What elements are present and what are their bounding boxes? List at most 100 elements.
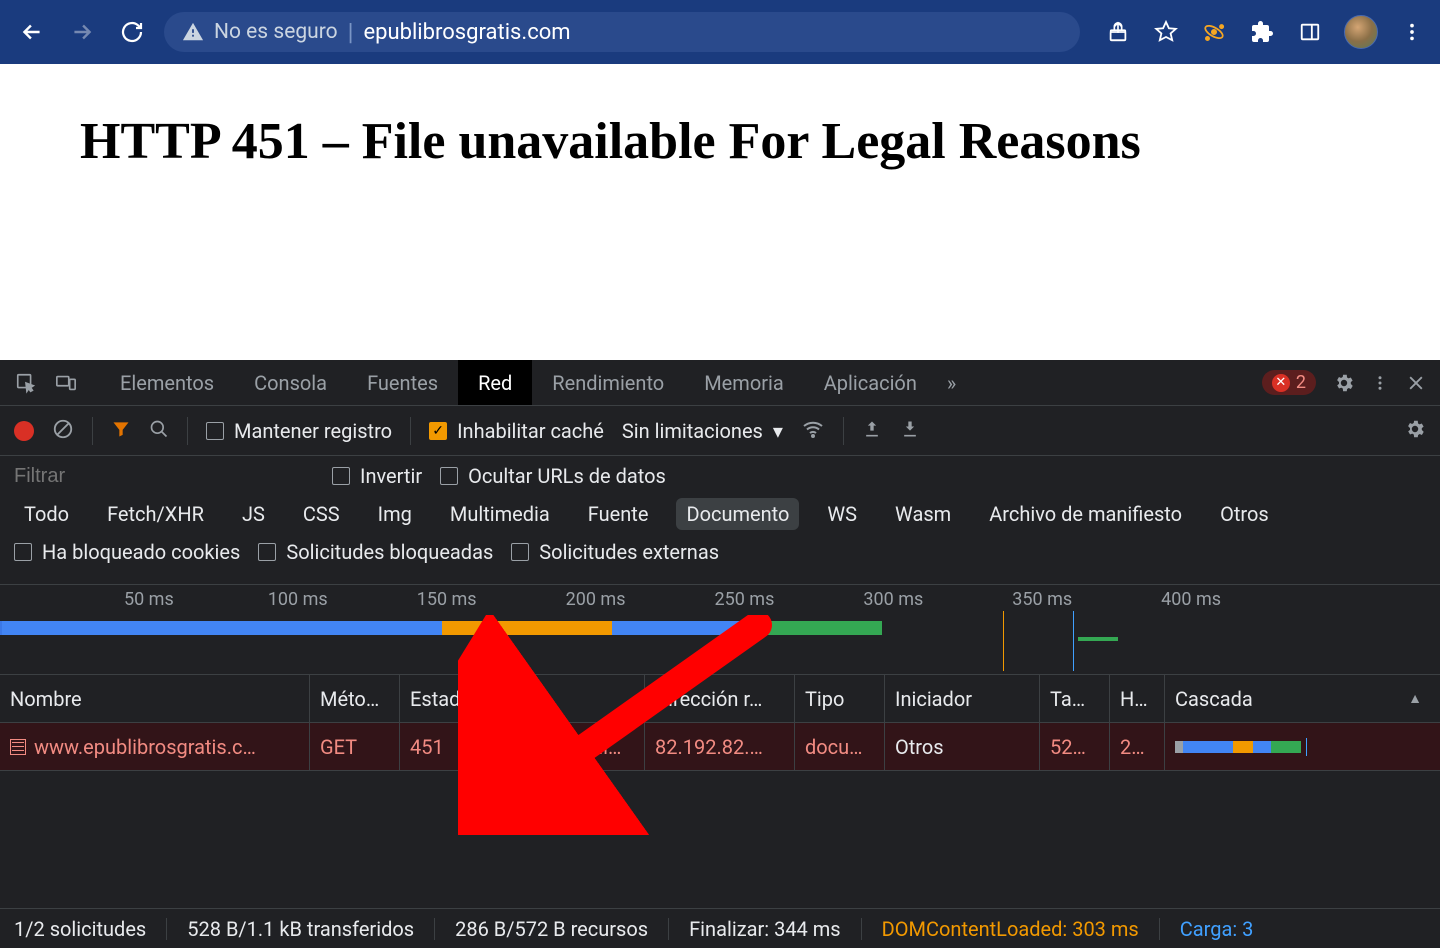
extension-atom-icon[interactable] (1200, 18, 1228, 46)
hide-data-label: Ocultar URLs de datos (468, 464, 666, 488)
devtools-tabs: Elementos Consola Fuentes Red Rendimient… (0, 360, 1440, 406)
tab-rendimiento[interactable]: Rendimiento (532, 360, 684, 405)
blocked-requests-label: Solicitudes bloqueadas (286, 540, 493, 564)
type-filter-js[interactable]: JS (232, 498, 275, 530)
col-estado[interactable]: Estado (400, 675, 495, 722)
invert-checkbox[interactable]: Invertir (332, 464, 422, 488)
type-filter-todo[interactable]: Todo (14, 498, 79, 530)
row-size: 52… (1040, 723, 1110, 770)
menu-icon[interactable] (1398, 18, 1426, 46)
tab-fuentes[interactable]: Fuentes (347, 360, 458, 405)
record-button[interactable] (14, 421, 34, 441)
grid-header: Nombre Méto… Estado Dirección r… Tipo In… (0, 675, 1440, 723)
sort-indicator: ▲ (1408, 690, 1430, 707)
timeline-tick: 200 ms (566, 589, 626, 610)
col-hora[interactable]: H… (1110, 675, 1165, 722)
table-row[interactable]: www.epublibrosgratis.c… GET 451 www.epub… (0, 723, 1440, 771)
device-icon[interactable] (46, 372, 86, 394)
insecure-label: No es seguro (214, 20, 338, 44)
avatar[interactable] (1344, 15, 1378, 49)
forward-button[interactable] (64, 14, 100, 50)
error-count: 2 (1296, 372, 1306, 393)
type-filter-row: Todo Fetch/XHR JS CSS Img Multimedia Fuente Doc… (14, 498, 1426, 530)
share-icon[interactable] (1104, 18, 1132, 46)
upload-icon[interactable] (862, 419, 882, 443)
col-cascada[interactable]: Cascada ▲ (1165, 675, 1440, 722)
type-filter-otros[interactable]: Otros (1210, 498, 1279, 530)
settings-icon[interactable] (1326, 372, 1362, 394)
address-url: epublibrosgratis.com (363, 20, 570, 45)
filter-area: Invertir Ocultar URLs de datos Todo Fetch… (0, 456, 1440, 585)
timeline[interactable]: 50 ms100 ms150 ms200 ms250 ms300 ms350 m… (0, 585, 1440, 675)
disable-cache-label: Inhabilitar caché (457, 419, 604, 443)
status-bar: 1/2 solicitudes 528 B/1.1 kB transferido… (0, 908, 1440, 948)
blocked-cookies-checkbox[interactable]: Ha bloqueado cookies (14, 540, 240, 564)
type-filter-archivo de manifiesto[interactable]: Archivo de manifiesto (979, 498, 1192, 530)
blocked-requests-checkbox[interactable]: Solicitudes bloqueadas (258, 540, 493, 564)
type-filter-wasm[interactable]: Wasm (885, 498, 961, 530)
timeline-tick: 150 ms (417, 589, 477, 610)
col-dominio[interactable] (495, 675, 645, 722)
col-metodo[interactable]: Méto… (310, 675, 400, 722)
back-button[interactable] (14, 14, 50, 50)
search-icon[interactable] (149, 419, 169, 443)
request-grid: Nombre Méto… Estado Dirección r… Tipo In… (0, 675, 1440, 908)
timeline-tick: 100 ms (268, 589, 328, 610)
extensions-icon[interactable] (1248, 18, 1276, 46)
throttle-label: Sin limitaciones (622, 419, 763, 443)
tabs-more[interactable]: » (937, 360, 966, 405)
throttle-select[interactable]: Sin limitaciones ▾ (622, 419, 783, 443)
tab-red[interactable]: Red (458, 360, 532, 405)
row-waterfall (1165, 723, 1440, 770)
tab-memoria[interactable]: Memoria (684, 360, 804, 405)
kebab-icon[interactable] (1362, 374, 1398, 392)
tab-aplicacion[interactable]: Aplicación (804, 360, 937, 405)
wifi-icon[interactable] (801, 417, 825, 445)
reload-button[interactable] (114, 14, 150, 50)
col-tamano[interactable]: Ta… (1040, 675, 1110, 722)
close-icon[interactable] (1398, 373, 1434, 393)
document-icon (10, 739, 26, 755)
tab-elementos[interactable]: Elementos (100, 360, 234, 405)
panel-icon[interactable] (1296, 18, 1324, 46)
type-filter-img[interactable]: Img (368, 498, 422, 530)
page-title: HTTP 451 – File unavailable For Legal Re… (80, 112, 1370, 171)
browser-toolbar: No es seguro | epublibrosgratis.com (0, 0, 1440, 64)
type-filter-multimedia[interactable]: Multimedia (440, 498, 560, 530)
gear-icon[interactable] (1404, 418, 1426, 444)
third-party-checkbox[interactable]: Solicitudes externas (511, 540, 719, 564)
filter-input[interactable] (14, 465, 314, 488)
inspect-icon[interactable] (6, 372, 46, 394)
filter-icon[interactable] (111, 419, 131, 443)
clear-icon[interactable] (52, 418, 74, 444)
timeline-tick: 300 ms (863, 589, 923, 610)
third-party-label: Solicitudes externas (539, 540, 719, 564)
blocked-cookies-label: Ha bloqueado cookies (42, 540, 240, 564)
insecure-warning: No es seguro (182, 20, 338, 44)
row-domain: www.epubli… (495, 723, 645, 770)
network-toolbar: Mantener registro ✓ Inhabilitar caché Si… (0, 406, 1440, 456)
type-filter-fuente[interactable]: Fuente (578, 498, 659, 530)
type-filter-fetch/xhr[interactable]: Fetch/XHR (97, 498, 214, 530)
row-time: 2… (1110, 723, 1165, 770)
type-filter-documento[interactable]: Documento (676, 498, 799, 530)
col-direccion[interactable]: Dirección r… (645, 675, 795, 722)
error-badge[interactable]: ✕ 2 (1262, 370, 1316, 395)
star-icon[interactable] (1152, 18, 1180, 46)
address-bar[interactable]: No es seguro | epublibrosgratis.com (164, 12, 1080, 52)
disable-cache-checkbox[interactable]: ✓ Inhabilitar caché (429, 419, 604, 443)
download-icon[interactable] (900, 419, 920, 443)
type-filter-ws[interactable]: WS (817, 498, 867, 530)
tab-consola[interactable]: Consola (234, 360, 347, 405)
type-filter-css[interactable]: CSS (293, 498, 350, 530)
status-resources: 286 B/572 B recursos (455, 917, 648, 941)
timeline-tick: 400 ms (1161, 589, 1221, 610)
status-dcl: DOMContentLoaded: 303 ms (882, 917, 1139, 941)
row-initiator: Otros (885, 723, 1040, 770)
col-nombre[interactable]: Nombre (0, 675, 310, 722)
preserve-log-checkbox[interactable]: Mantener registro (206, 419, 392, 443)
hide-data-checkbox[interactable]: Ocultar URLs de datos (440, 464, 666, 488)
col-tipo[interactable]: Tipo (795, 675, 885, 722)
timeline-tick: 50 ms (124, 589, 174, 610)
col-iniciador[interactable]: Iniciador (885, 675, 1040, 722)
